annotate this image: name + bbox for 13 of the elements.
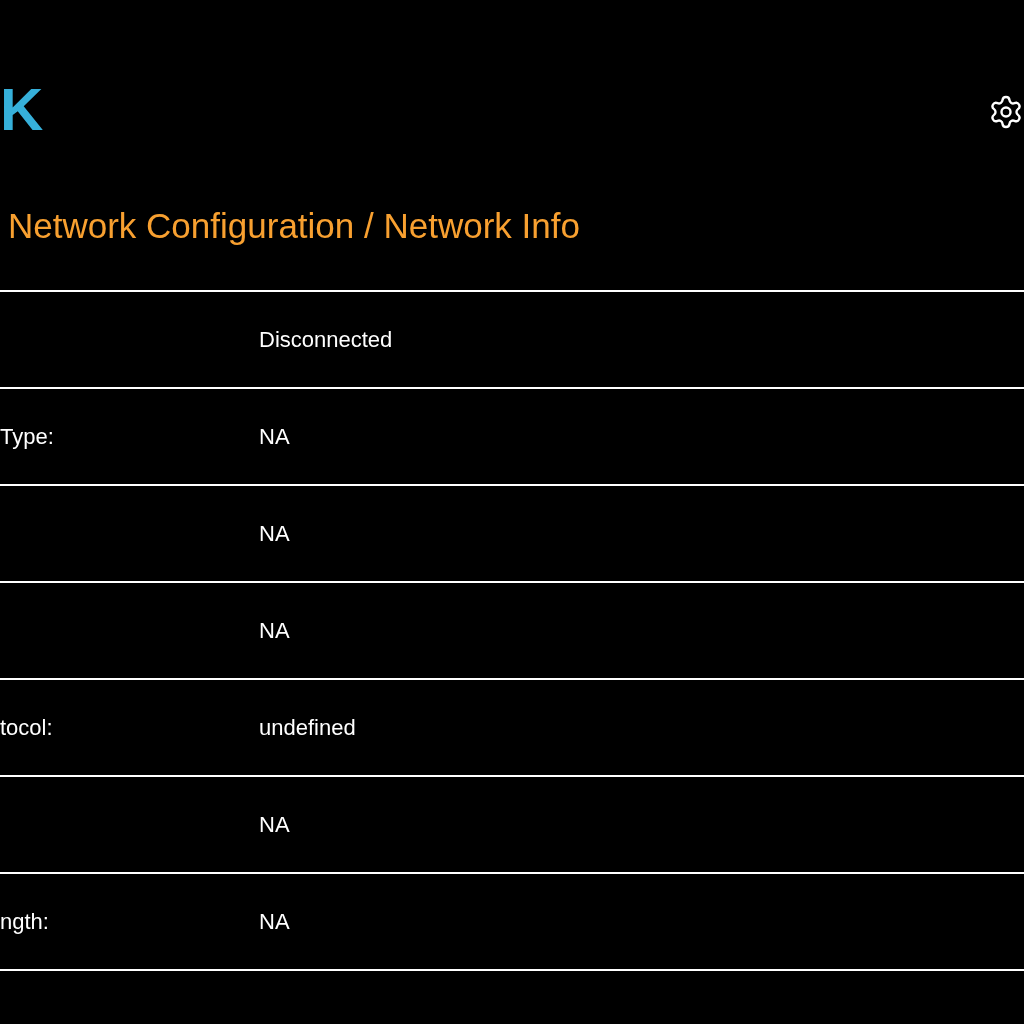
field-label: ngth: [0, 909, 49, 934]
field-value: NA [259, 811, 290, 839]
settings-icon[interactable] [988, 94, 1024, 130]
field-value: NA [259, 617, 290, 645]
field-value: Disconnected [259, 326, 393, 354]
field-value: NA [259, 423, 290, 451]
field-label: tocol: [0, 715, 53, 740]
field-value: undefined [259, 714, 356, 742]
field-value: NA [259, 908, 290, 936]
page-title: Network Configuration / Network Info [8, 207, 580, 243]
logo: K [0, 80, 44, 140]
field-value: NA [259, 520, 290, 548]
field-label: Type: [0, 424, 54, 449]
